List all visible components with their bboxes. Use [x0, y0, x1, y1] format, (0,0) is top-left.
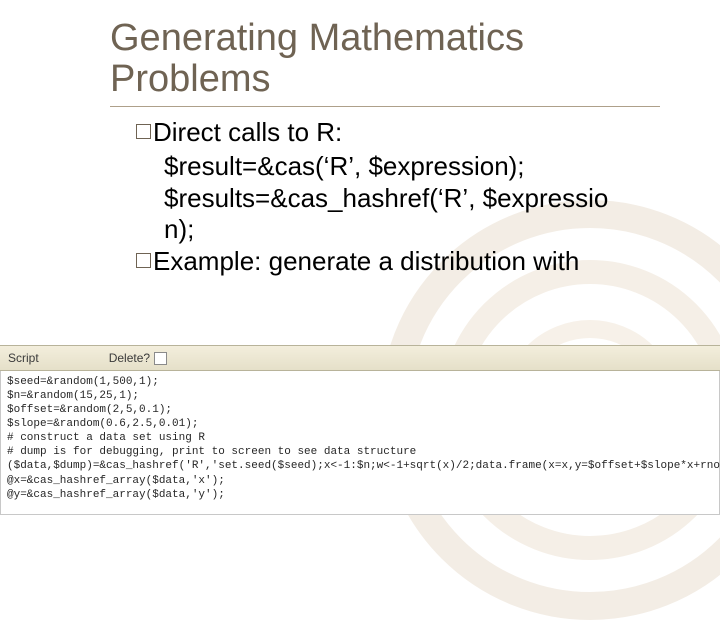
bullet-1-rest: calls to R:	[221, 117, 342, 147]
delete-checkbox[interactable]	[154, 352, 167, 365]
bullet-1-sub3: n);	[136, 214, 660, 246]
bullet-2-lead: Example:	[153, 246, 261, 276]
bullet-2: Example: generate a distribution with	[136, 246, 660, 278]
slide-content: Generating Mathematics Problems Direct c…	[0, 0, 720, 278]
bullet-1-sub2: $results=&cas_hashref(‘R’, $expressio	[136, 183, 660, 215]
bullet-2-rest: generate a distribution with	[261, 246, 579, 276]
bullet-1-sub1: $result=&cas(‘R’, $expression);	[136, 151, 660, 183]
bullet-box-icon	[136, 124, 151, 139]
delete-group: Delete?	[109, 351, 167, 365]
bullet-1-lead: Direct	[153, 117, 221, 147]
bullet-list: Direct calls to R: $result=&cas(‘R’, $ex…	[110, 117, 660, 278]
delete-label: Delete?	[109, 351, 150, 365]
script-textarea[interactable]: $seed=&random(1,500,1); $n=&random(15,25…	[0, 371, 720, 515]
slide-title: Generating Mathematics Problems	[110, 18, 660, 107]
script-label: Script	[8, 351, 39, 365]
script-panel: Script Delete? $seed=&random(1,500,1); $…	[0, 345, 720, 515]
script-panel-header: Script Delete?	[0, 345, 720, 371]
bullet-1: Direct calls to R:	[136, 117, 660, 149]
bullet-box-icon	[136, 253, 151, 268]
